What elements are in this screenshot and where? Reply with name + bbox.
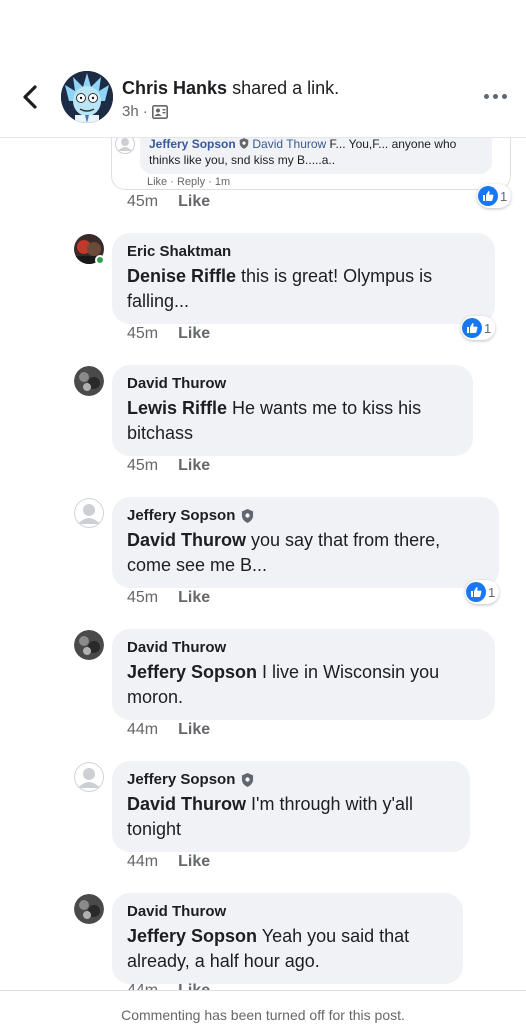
- reaction-count-badge[interactable]: 1: [477, 184, 512, 208]
- comment-bubble[interactable]: David Thurow Jeffery Sopson I live in Wi…: [112, 629, 495, 720]
- user-photo-icon: [74, 894, 104, 924]
- thumbs-up-icon: [478, 186, 498, 206]
- comment-like-link[interactable]: Like: [178, 589, 210, 607]
- comment-like-link[interactable]: Like: [178, 325, 210, 343]
- post-action: shared a link.: [232, 78, 340, 98]
- avatar[interactable]: [74, 366, 104, 396]
- comment-author[interactable]: David Thurow: [127, 638, 480, 657]
- reply-actions: Like · Reply · 1m: [147, 176, 231, 188]
- post-header: Chris Hanks shared a link. 3h ·: [0, 0, 526, 138]
- comment-time: 45m: [127, 325, 159, 342]
- comment-actions: 45m Like: [127, 457, 210, 475]
- cartoon-avatar-icon: [61, 71, 113, 123]
- comment-actions: 45m Like: [127, 589, 210, 607]
- comment-text: Jeffery Sopson Yeah you said that alread…: [127, 926, 410, 971]
- comment-like-link[interactable]: Like: [178, 853, 210, 871]
- comment-actions: 45m Like: [127, 193, 210, 211]
- comment-actions: 44m Like: [127, 721, 210, 739]
- avatar[interactable]: [74, 630, 104, 660]
- post-title: Chris Hanks shared a link.: [122, 78, 339, 99]
- reaction-count-badge[interactable]: 1: [461, 316, 496, 340]
- comment-author[interactable]: David Thurow: [127, 374, 458, 393]
- admin-shield-icon: [242, 508, 254, 523]
- comment-author[interactable]: Jeffery Sopson: [127, 770, 455, 789]
- comment-bubble[interactable]: David Thurow Lewis Riffle He wants me to…: [112, 365, 473, 456]
- comment-text: Denise Riffle this is great! Olympus is …: [127, 266, 433, 311]
- reply-time: 1m: [214, 176, 231, 188]
- comment-time: 45m: [127, 589, 159, 606]
- reaction-count-badge[interactable]: 1: [465, 580, 500, 604]
- comment-author[interactable]: Eric Shaktman: [127, 242, 480, 261]
- comment-text: Lewis Riffle He wants me to kiss his bit…: [127, 398, 422, 443]
- comment-mention[interactable]: David Thurow: [127, 794, 246, 814]
- comment-like-link[interactable]: Like: [178, 457, 210, 475]
- comment-bubble[interactable]: Jeffery Sopson David Thurow you say that…: [112, 497, 499, 588]
- comment-bubble[interactable]: Jeffery Sopson David Thurow I'm through …: [112, 761, 470, 852]
- reaction-count: 1: [484, 320, 492, 336]
- comment-actions: 44m Like: [127, 853, 210, 871]
- back-chevron-icon[interactable]: [18, 84, 44, 110]
- comment-like-link[interactable]: Like: [178, 721, 210, 739]
- reaction-count: 1: [488, 584, 496, 600]
- default-avatar-icon: [74, 762, 104, 792]
- comment-text: David Thurow I'm through with y'all toni…: [127, 794, 413, 839]
- user-photo-icon: [74, 366, 104, 396]
- comment-mention[interactable]: Jeffery Sopson: [127, 926, 257, 946]
- comment-mention[interactable]: Lewis Riffle: [127, 398, 227, 418]
- comment-time: 45m: [127, 193, 159, 210]
- thumbs-up-icon: [466, 582, 486, 602]
- comment-time: 44m: [127, 721, 159, 738]
- post-meta: 3h ·: [122, 103, 168, 120]
- more-dots-icon[interactable]: [484, 94, 507, 99]
- avatar[interactable]: [74, 234, 105, 265]
- reply-mention[interactable]: David Thurow: [252, 137, 326, 151]
- comment-author[interactable]: Jeffery Sopson: [127, 506, 484, 525]
- comments-disabled-notice: Commenting has been turned off for this …: [121, 1007, 405, 1023]
- author-avatar[interactable]: [61, 71, 113, 123]
- avatar[interactable]: [74, 762, 104, 792]
- reply-author[interactable]: Jeffery Sopson: [149, 137, 236, 151]
- admin-shield-icon: [242, 772, 254, 787]
- user-photo-icon: [74, 630, 104, 660]
- online-indicator: [95, 255, 105, 265]
- comment-bubble[interactable]: David Thurow Jeffery Sopson Yeah you sai…: [112, 893, 463, 984]
- admin-shield-icon: [239, 138, 249, 149]
- avatar[interactable]: [74, 894, 104, 924]
- comment-text: Jeffery Sopson I live in Wisconsin you m…: [127, 662, 440, 707]
- comment-mention[interactable]: Jeffery Sopson: [127, 662, 257, 682]
- avatar[interactable]: [74, 498, 104, 528]
- comments-disabled-bar: Commenting has been turned off for this …: [0, 990, 526, 1024]
- post-author-name[interactable]: Chris Hanks: [122, 78, 227, 98]
- comment-bubble[interactable]: Eric Shaktman Denise Riffle this is grea…: [112, 233, 495, 324]
- default-avatar-icon: [74, 498, 104, 528]
- comment-mention[interactable]: Denise Riffle: [127, 266, 236, 286]
- comment-actions: 45m Like: [127, 325, 210, 343]
- comment-time: 45m: [127, 457, 159, 474]
- comments-screen: Jeffery Sopson David Thurow F... You,F..…: [0, 0, 526, 1024]
- contacts-icon[interactable]: [151, 104, 168, 119]
- comment-time: 44m: [127, 853, 159, 870]
- thumbs-up-icon: [462, 318, 482, 338]
- reply-like-link[interactable]: Like: [147, 176, 167, 188]
- reply-reply-link[interactable]: Reply: [177, 176, 205, 188]
- comment-mention[interactable]: David Thurow: [127, 530, 246, 550]
- comment-like-link[interactable]: Like: [178, 193, 210, 211]
- comment-author[interactable]: David Thurow: [127, 902, 448, 921]
- reaction-count: 1: [500, 188, 508, 204]
- comment-text: David Thurow you say that from there, co…: [127, 530, 441, 575]
- post-time[interactable]: 3h: [122, 103, 139, 120]
